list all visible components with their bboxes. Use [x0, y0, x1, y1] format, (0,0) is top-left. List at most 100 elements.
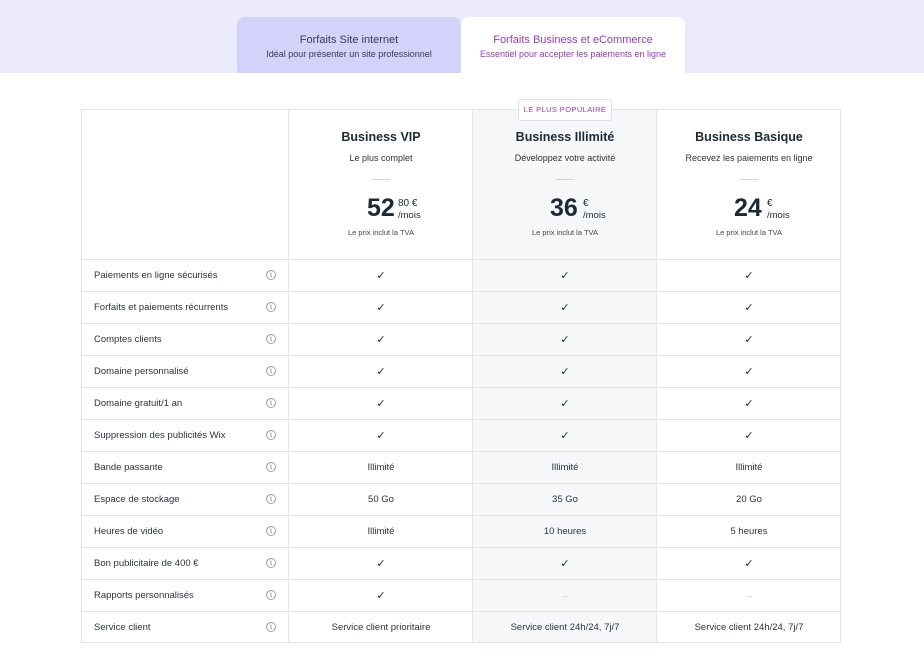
price-period: /mois — [583, 210, 606, 221]
plan-description: Le plus complet — [349, 153, 413, 163]
plan-price: 24 € /mois — [657, 193, 841, 223]
check-icon: ✓ — [744, 366, 754, 378]
plan-description: Recevez les paiements en ligne — [685, 153, 813, 163]
table-row: Forfaits et paiements récurrents i ✓ ✓ ✓ — [82, 291, 840, 323]
vat-note: Le prix inclut la TVA — [531, 228, 598, 237]
plan-name: Business Basique — [695, 130, 803, 144]
check-icon: ✓ — [376, 558, 386, 570]
feature-label: Bande passante — [94, 462, 163, 473]
info-icon[interactable]: i — [266, 302, 276, 312]
check-icon: ✓ — [376, 270, 386, 282]
not-included-dash: – — [562, 591, 568, 601]
info-icon[interactable]: i — [266, 430, 276, 440]
info-icon[interactable]: i — [266, 462, 276, 472]
check-icon: ✓ — [376, 590, 386, 602]
feature-value: Service client 24h/24, 7j/7 — [510, 622, 620, 633]
feature-label: Espace de stockage — [94, 494, 180, 505]
feature-value: 35 Go — [552, 494, 578, 505]
feature-label: Comptes clients — [94, 334, 162, 345]
feature-label: Paiements en ligne sécurisés — [94, 270, 218, 281]
check-icon: ✓ — [560, 558, 570, 570]
plan-price: 36 € /mois — [473, 193, 657, 223]
feature-value: 5 heures — [730, 526, 768, 537]
price-cents: 80 € — [398, 198, 418, 209]
plan-separator — [556, 179, 574, 180]
vat-note: Le prix inclut la TVA — [715, 228, 782, 237]
check-icon: ✓ — [376, 334, 386, 346]
feature-label: Service client — [94, 622, 151, 633]
check-icon: ✓ — [744, 398, 754, 410]
feature-label: Domaine gratuit/1 an — [94, 398, 183, 409]
price-period: /mois — [398, 210, 421, 221]
plan-comparison-table: LE PLUS POPULAIRE Business VIP Le plus c… — [81, 99, 841, 643]
check-icon: ✓ — [560, 302, 570, 314]
feature-value: Illimité — [551, 462, 579, 473]
price-currency: € — [767, 198, 773, 209]
table-row: Comptes clients i ✓ ✓ ✓ — [82, 323, 840, 355]
info-icon[interactable]: i — [266, 494, 276, 504]
info-icon[interactable]: i — [266, 590, 276, 600]
info-icon[interactable]: i — [266, 398, 276, 408]
info-icon[interactable]: i — [266, 366, 276, 376]
feature-value: 50 Go — [368, 494, 394, 505]
check-icon: ✓ — [744, 270, 754, 282]
feature-value: Service client 24h/24, 7j/7 — [694, 622, 804, 633]
feature-value: Illimité — [367, 526, 395, 537]
check-icon: ✓ — [376, 430, 386, 442]
feature-label: Bon publicitaire de 400 € — [94, 558, 199, 569]
table-row: Domaine gratuit/1 an i ✓ ✓ ✓ — [82, 387, 840, 419]
price-currency: € — [583, 198, 589, 209]
check-icon: ✓ — [744, 430, 754, 442]
vat-note: Le prix inclut la TVA — [347, 228, 414, 237]
feature-value: Illimité — [735, 462, 763, 473]
plan-header-business-basic: Business Basique Recevez les paiements e… — [657, 110, 841, 259]
plan-separator — [740, 179, 758, 180]
table-row: Suppression des publicités Wix i ✓ ✓ ✓ — [82, 419, 840, 451]
table-row: Heures de vidéo i Illimité 10 heures 5 heure… — [82, 515, 840, 547]
table-row: Rapports personnalisés i ✓ – – — [82, 579, 840, 611]
feature-label: Domaine personnalisé — [94, 366, 189, 377]
table-row: Service client i Service client prioritair… — [82, 611, 840, 643]
tab-subtitle: Essentiel pour accepter les paiements en… — [479, 49, 667, 59]
price-amount: 36 — [550, 194, 578, 222]
info-icon[interactable]: i — [266, 622, 276, 632]
plan-header-business-unlimited: Business Illimité Développez votre activ… — [473, 110, 657, 259]
info-icon[interactable]: i — [266, 270, 276, 280]
tab-title: Forfaits Site internet — [299, 34, 399, 46]
table-row: Espace de stockage i 50 Go 35 Go 20 Go — [82, 483, 840, 515]
tab-subtitle: Idéal pour présenter un site professionn… — [266, 49, 432, 59]
feature-value: Service client prioritaire — [331, 622, 431, 633]
check-icon: ✓ — [376, 366, 386, 378]
info-icon[interactable]: i — [266, 526, 276, 536]
tab-business-ecommerce-plans[interactable]: Forfaits Business et eCommerce Essentiel… — [461, 17, 685, 73]
info-icon[interactable]: i — [266, 558, 276, 568]
check-icon: ✓ — [744, 302, 754, 314]
check-icon: ✓ — [560, 366, 570, 378]
price-amount: 52 — [367, 194, 395, 222]
check-icon: ✓ — [560, 430, 570, 442]
price-amount: 24 — [734, 194, 762, 222]
tab-website-plans[interactable]: Forfaits Site internet Idéal pour présen… — [237, 17, 461, 73]
plan-description: Développez votre activité — [514, 153, 616, 163]
plan-name: Business Illimité — [515, 130, 615, 144]
feature-value: Illimité — [367, 462, 395, 473]
plan-separator — [372, 179, 390, 180]
feature-value: 10 heures — [543, 526, 587, 537]
table-row: Domaine personnalisé i ✓ ✓ ✓ — [82, 355, 840, 387]
feature-label: Forfaits et paiements récurrents — [94, 302, 229, 313]
check-icon: ✓ — [560, 270, 570, 282]
plan-price: 52 80 € /mois — [289, 193, 473, 223]
info-icon[interactable]: i — [266, 334, 276, 344]
price-period: /mois — [767, 210, 790, 221]
plan-header-business-vip: Business VIP Le plus complet 52 80 € /mo… — [289, 110, 473, 259]
check-icon: ✓ — [560, 398, 570, 410]
plan-name: Business VIP — [341, 130, 421, 144]
feature-value: 20 Go — [736, 494, 762, 505]
not-included-dash: – — [746, 591, 752, 601]
check-icon: ✓ — [744, 558, 754, 570]
table-row: Bon publicitaire de 400 € i ✓ ✓ ✓ — [82, 547, 840, 579]
check-icon: ✓ — [744, 334, 754, 346]
check-icon: ✓ — [376, 398, 386, 410]
feature-label: Heures de vidéo — [94, 526, 164, 537]
feature-label: Suppression des publicités Wix — [94, 430, 226, 441]
